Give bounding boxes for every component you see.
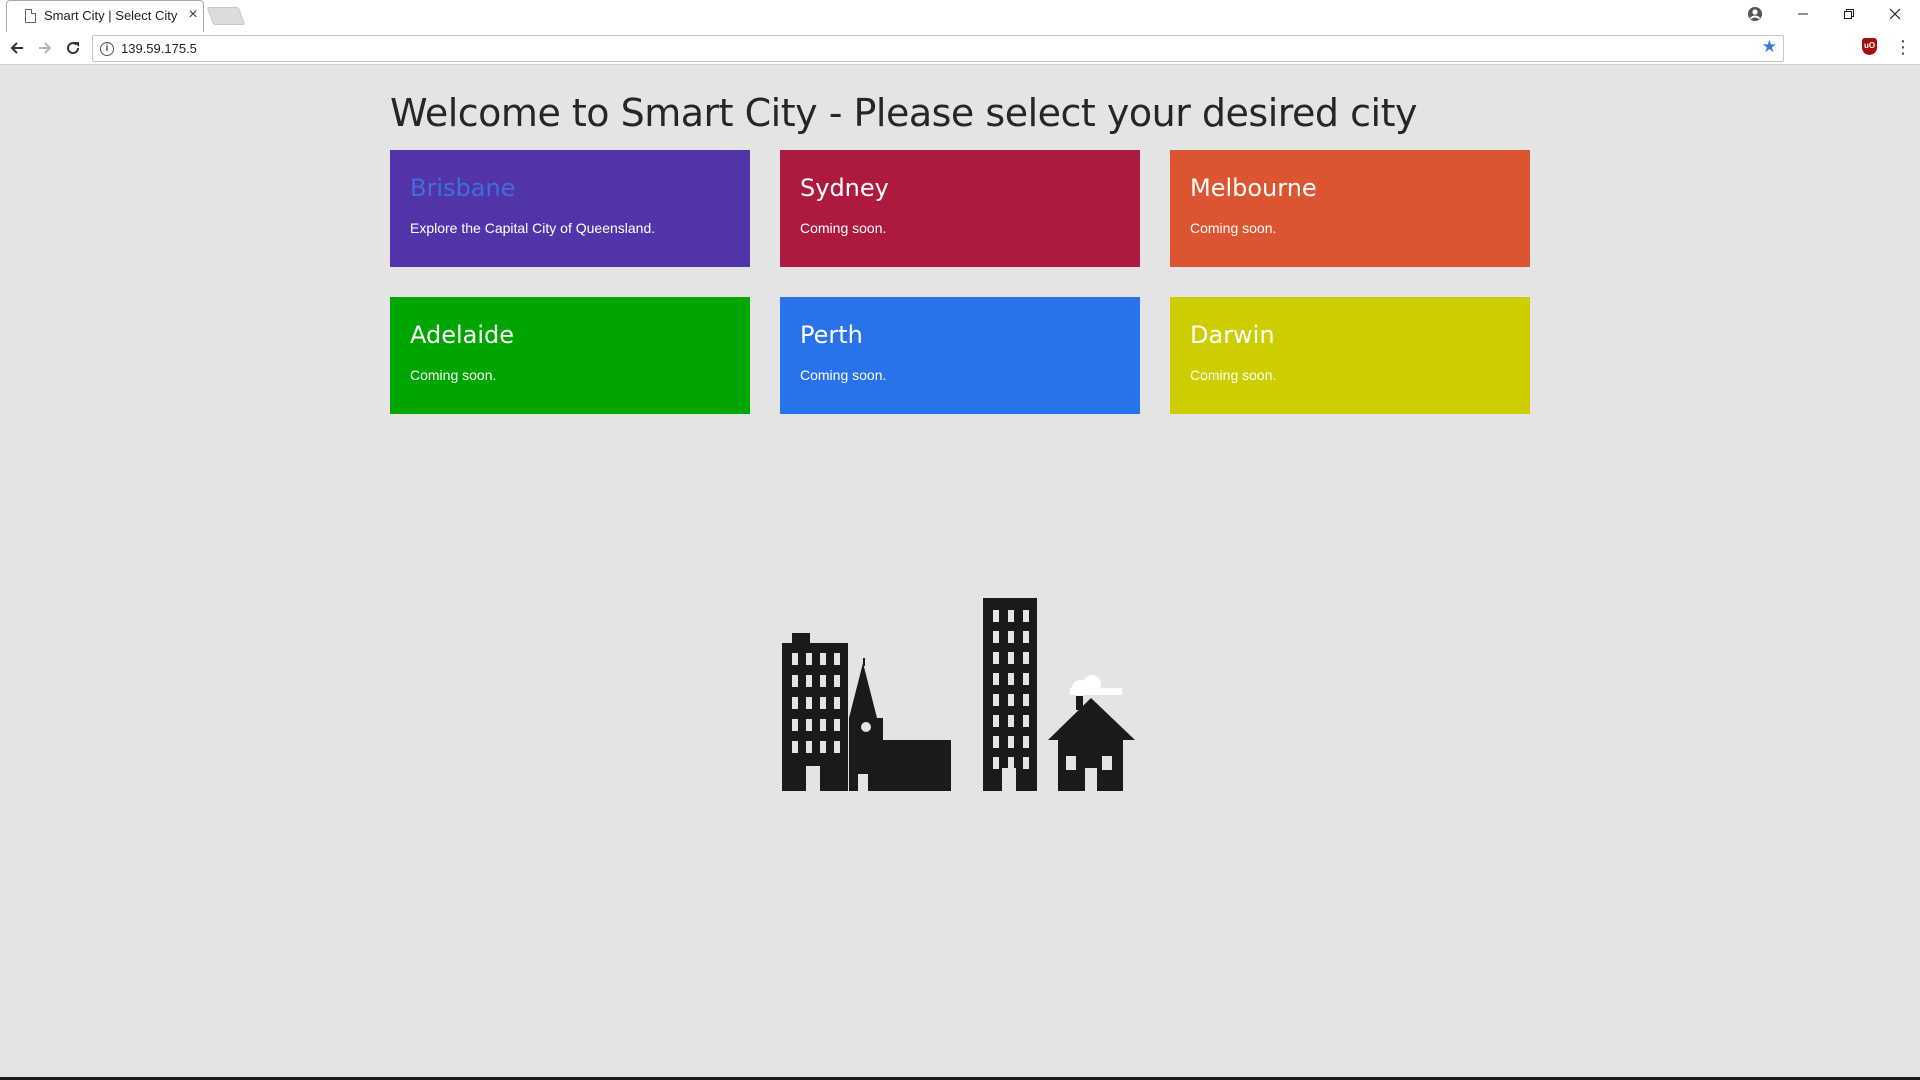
reload-icon[interactable] (61, 36, 85, 60)
browser-tab[interactable]: Smart City | Select City × (6, 0, 204, 32)
city-name: Perth (800, 321, 863, 349)
page-title: Welcome to Smart City - Please select yo… (390, 91, 1417, 135)
city-tile-perth[interactable]: Perth Coming soon. (780, 297, 1140, 414)
city-tile-melbourne[interactable]: Melbourne Coming soon. (1170, 150, 1530, 267)
city-description: Coming soon. (1190, 220, 1277, 236)
new-tab-button[interactable] (206, 7, 246, 25)
city-tile-brisbane[interactable]: Brisbane Explore the Capital City of Que… (390, 150, 750, 267)
info-icon[interactable]: i (100, 42, 114, 56)
city-name: Melbourne (1190, 174, 1317, 202)
city-description: Explore the Capital City of Queensland. (410, 220, 656, 236)
minimize-icon[interactable] (1780, 0, 1826, 28)
ublock-icon[interactable]: uO (1862, 38, 1877, 55)
menu-icon[interactable]: ⋮ (1894, 37, 1912, 59)
city-name[interactable]: Brisbane (410, 174, 515, 202)
city-tile-darwin[interactable]: Darwin Coming soon. (1170, 297, 1530, 414)
city-description: Coming soon. (410, 367, 497, 383)
profile-icon[interactable] (1732, 0, 1778, 28)
forward-arrow-icon[interactable] (33, 36, 57, 60)
city-name: Adelaide (410, 321, 515, 349)
back-arrow-icon[interactable] (5, 36, 29, 60)
city-name: Darwin (1190, 321, 1275, 349)
browser-toolbar: i 139.59.175.5 ★ uO ⋮ (0, 32, 1920, 65)
browser-tab-bar: Smart City | Select City × (0, 0, 1920, 32)
city-tile-adelaide[interactable]: Adelaide Coming soon. (390, 297, 750, 414)
tab-close-icon[interactable]: × (185, 6, 201, 24)
star-icon[interactable]: ★ (1762, 37, 1777, 57)
city-description: Coming soon. (800, 220, 887, 236)
close-window-icon[interactable] (1872, 0, 1918, 28)
restore-icon[interactable] (1826, 0, 1872, 28)
url-text[interactable]: 139.59.175.5 (121, 41, 197, 56)
city-description: Coming soon. (800, 367, 887, 383)
tab-title: Smart City | Select City (44, 8, 178, 23)
page-icon (25, 9, 36, 23)
city-skyline-icon (780, 598, 1140, 803)
address-bar[interactable]: i 139.59.175.5 ★ (92, 35, 1784, 62)
city-tile-sydney[interactable]: Sydney Coming soon. (780, 150, 1140, 267)
city-description: Coming soon. (1190, 367, 1277, 383)
city-name: Sydney (800, 174, 889, 202)
